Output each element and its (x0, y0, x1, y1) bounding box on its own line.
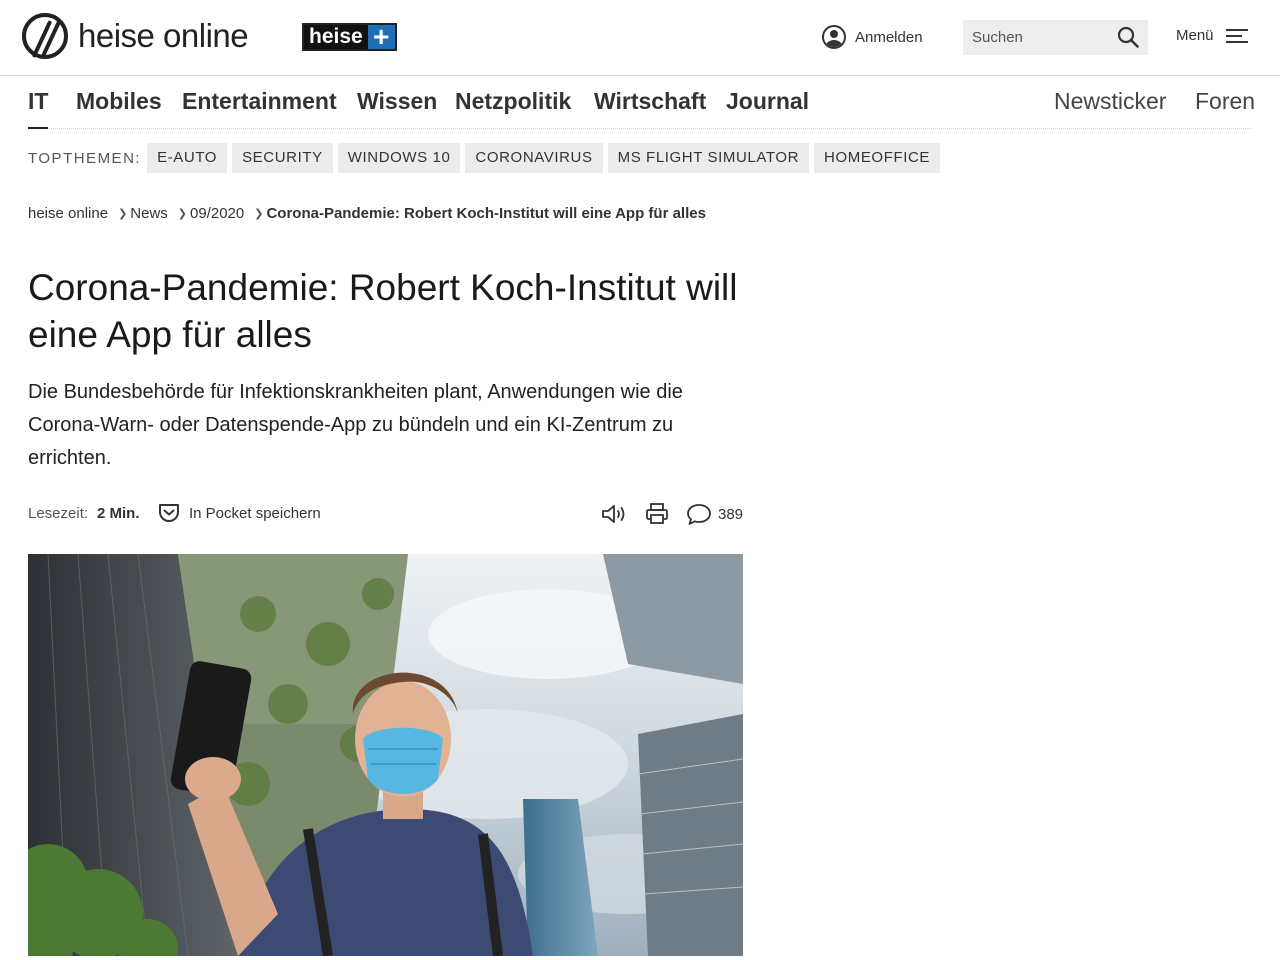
menu-label: Menü (1176, 27, 1214, 44)
topic-chip-windows-10[interactable]: WINDOWS 10 (337, 143, 461, 173)
nav-entertainment[interactable]: Entertainment (182, 88, 337, 115)
topic-chip-security[interactable]: SECURITY (232, 143, 333, 173)
search-box (963, 20, 1148, 55)
pocket-icon (159, 504, 179, 522)
article-title: Corona-Pandemie: Robert Koch-Institut wi… (28, 267, 738, 355)
search-input[interactable] (963, 29, 1113, 46)
nav-journal[interactable]: Journal (726, 88, 809, 115)
nav-netzpolitik[interactable]: Netzpolitik (455, 88, 571, 115)
comments-link[interactable]: 389 (686, 502, 743, 526)
topthemen-label: TOPTHEMEN: (28, 149, 142, 167)
breadcrumb-chevron-icon: ❯ (177, 208, 188, 220)
user-icon (822, 25, 846, 49)
breadcrumb-current: Corona-Pandemie: Robert Koch-Institut wi… (266, 205, 706, 222)
breadcrumb-news[interactable]: News (130, 205, 168, 222)
login-link[interactable]: Anmelden (822, 25, 923, 49)
pocket-label: In Pocket speichern (189, 504, 321, 522)
site-header: heise online heise + Anmelden Menü (0, 0, 1280, 76)
nav-mobiles[interactable]: Mobiles (76, 88, 162, 115)
heise-logo-icon (22, 13, 68, 59)
article-hero-image (28, 554, 743, 956)
nav-wissen[interactable]: Wissen (357, 88, 437, 115)
breadcrumb-home[interactable]: heise online (28, 205, 108, 222)
topic-chip-coronavirus[interactable]: CORONAVIRUS (465, 143, 603, 173)
site-logo[interactable]: heise online (22, 13, 249, 59)
pocket-save-button[interactable]: In Pocket speichern (158, 502, 321, 524)
breadcrumb-chevron-icon: ❯ (254, 208, 264, 220)
hamburger-icon (1225, 28, 1248, 44)
article-lead: Die Bundesbehörde für Infektionskrankhei… (28, 381, 683, 469)
topthemen-bar: TOPTHEMEN: E-AUTO SECURITY WINDOWS 10 CO… (28, 143, 945, 173)
speaker-icon[interactable] (601, 502, 627, 526)
article-meta-bar: Lesezeit: 2 Min. In Pocket speichern 389 (28, 500, 743, 528)
reading-time-value: 2 Min. (97, 505, 140, 522)
heise-plus-word: heise (304, 25, 368, 49)
topic-chip-ms-flight-simulator[interactable]: MS FLIGHT SIMULATOR (607, 143, 810, 173)
nav-newsticker[interactable]: Newsticker (1054, 88, 1166, 115)
topic-chip-homeoffice[interactable]: HOMEOFFICE (814, 143, 941, 173)
heise-plus-sign: + (367, 23, 395, 51)
heise-plus-logo[interactable]: heise + (302, 23, 397, 51)
printer-icon[interactable] (645, 502, 669, 526)
reading-time-label: Lesezeit: (28, 505, 89, 522)
comment-icon (687, 504, 711, 525)
section-nav: IT Mobiles Entertainment Wissen Netzpoli… (28, 76, 1255, 129)
nav-wirtschaft[interactable]: Wirtschaft (594, 88, 706, 115)
comment-count: 389 (718, 505, 744, 523)
breadcrumb-month[interactable]: 09/2020 (190, 205, 244, 222)
login-label: Anmelden (855, 28, 923, 46)
site-name: heise online (78, 17, 249, 54)
breadcrumb: heise online ❯ News ❯ 09/2020 ❯ Corona-P… (28, 205, 706, 222)
topic-chip-e-auto[interactable]: E-AUTO (147, 143, 228, 173)
menu-button[interactable]: Menü (1176, 27, 1248, 44)
nav-foren[interactable]: Foren (1195, 88, 1255, 115)
breadcrumb-chevron-icon: ❯ (118, 208, 128, 220)
hero-photo (28, 554, 743, 956)
nav-it[interactable]: IT (28, 88, 49, 129)
search-icon[interactable] (1117, 26, 1139, 48)
